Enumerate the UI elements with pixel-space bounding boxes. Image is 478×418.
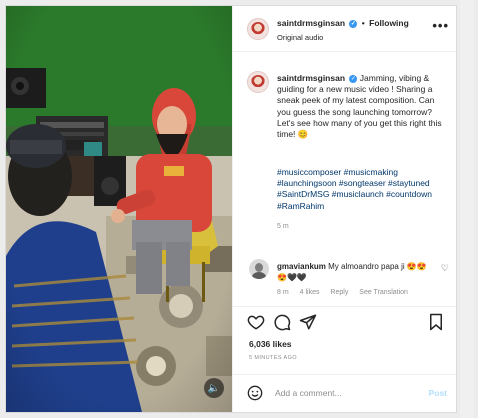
comment-icon[interactable] <box>273 313 291 331</box>
caption-verified-icon: ✓ <box>349 74 358 83</box>
video-frame-illustration <box>6 6 232 412</box>
comment-like-heart-icon[interactable]: ♡ <box>441 263 449 274</box>
commenter-username[interactable]: gmaviankum <box>277 262 326 271</box>
comment-text: gmaviankum My almoandro papa ji 😍😍😍🖤🖤 <box>277 261 427 283</box>
page-scrollbar[interactable] <box>460 0 474 418</box>
mute-icon[interactable]: 🔈 <box>204 378 224 398</box>
caption-text: saintdrmsginsan ✓ Jamming, vibing & guid… <box>277 73 445 140</box>
more-options-icon[interactable]: ••• <box>432 18 449 33</box>
author-line: saintdrmsginsan ✓ • Following <box>277 18 409 28</box>
author-avatar[interactable] <box>247 18 269 40</box>
caption-username[interactable]: saintdrmsginsan <box>277 73 345 83</box>
separator-dot: • <box>361 18 365 28</box>
comment-meta: 8 m 4 likes Reply See Translation <box>277 289 417 296</box>
share-send-icon[interactable] <box>299 313 317 331</box>
post-header: saintdrmsginsan ✓ • Following Original a… <box>233 6 456 52</box>
post-date: 5 MINUTES AGO <box>249 355 297 361</box>
likes-count[interactable]: 6,036 likes <box>249 339 292 349</box>
like-heart-icon[interactable] <box>247 313 265 331</box>
original-audio-link[interactable]: Original audio <box>277 33 323 42</box>
commenter-avatar[interactable] <box>249 259 269 279</box>
verified-icon: ✓ <box>349 19 358 28</box>
caption-hashtags[interactable]: #musiccomposer #musicmaking #launchingso… <box>277 167 447 212</box>
comment-likes[interactable]: 4 likes <box>300 289 320 296</box>
comment-reply-button[interactable]: Reply <box>330 289 348 296</box>
post-details-panel: saintdrmsginsan ✓ • Following Original a… <box>232 6 456 412</box>
comment-item: gmaviankum My almoandro papa ji 😍😍😍🖤🖤 ♡ … <box>233 253 456 305</box>
save-bookmark-icon[interactable] <box>427 313 445 331</box>
page-frame: 🔈 saintdrmsginsan ✓ • Following Original… <box>0 0 478 418</box>
add-comment-input[interactable] <box>275 384 415 402</box>
add-comment-bar: Post <box>233 374 456 412</box>
post-card: 🔈 saintdrmsginsan ✓ • Following Original… <box>5 5 457 413</box>
post-video[interactable]: 🔈 <box>6 6 232 412</box>
comment-translation-link[interactable]: See Translation <box>359 289 408 296</box>
post-comment-button[interactable]: Post <box>429 388 447 398</box>
caption-author-avatar[interactable] <box>247 71 269 93</box>
post-actions <box>233 306 456 336</box>
author-username[interactable]: saintdrmsginsan <box>277 18 345 28</box>
caption-age: 5 m <box>277 223 289 230</box>
emoji-smiley-icon[interactable] <box>247 385 263 401</box>
following-button[interactable]: Following <box>369 18 409 28</box>
comment-time: 8 m <box>277 289 289 296</box>
